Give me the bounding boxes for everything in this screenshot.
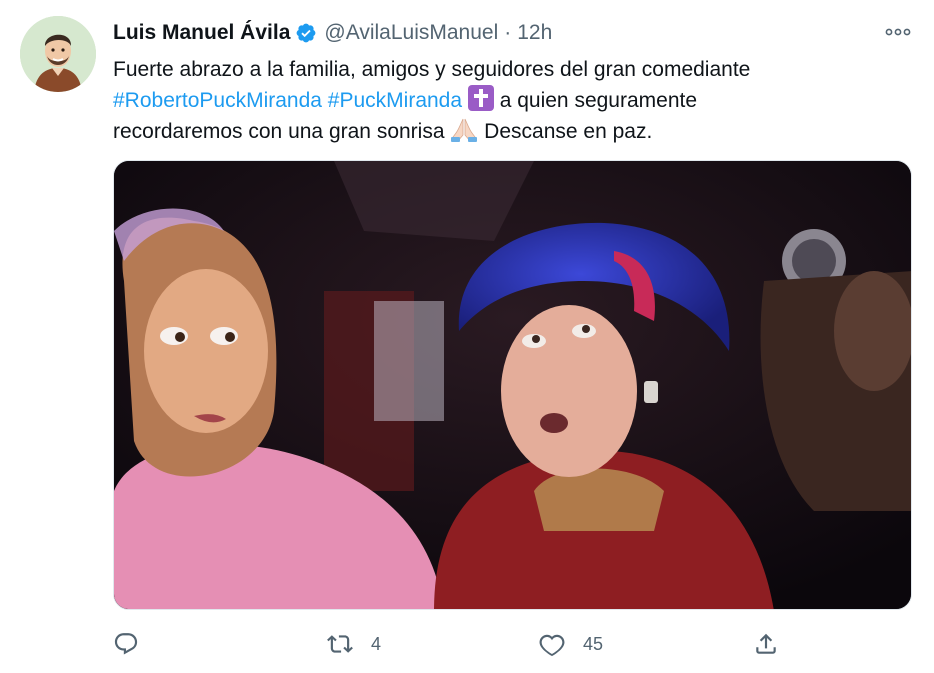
tweet-text-line-3a: recordaremos con una gran sonrisa bbox=[113, 120, 451, 143]
hashtag-puck-miranda[interactable]: #PuckMiranda bbox=[328, 89, 462, 112]
tweet-timestamp[interactable]: 12h bbox=[517, 21, 552, 45]
retweet-button[interactable]: 4 bbox=[327, 626, 381, 662]
like-count: 45 bbox=[583, 633, 604, 654]
folded-hands-emoji-icon bbox=[450, 117, 478, 143]
reply-icon bbox=[114, 633, 138, 655]
author-name[interactable]: Luis Manuel Ávila bbox=[113, 21, 290, 45]
media-scene bbox=[114, 161, 911, 609]
avatar-image bbox=[20, 16, 96, 92]
retweet-icon bbox=[327, 635, 353, 653]
verified-badge-icon bbox=[295, 22, 317, 44]
tweet-media-image[interactable] bbox=[113, 160, 912, 610]
more-options-icon[interactable] bbox=[880, 18, 916, 46]
author-handle[interactable]: @AvilaLuisManuel bbox=[324, 21, 498, 45]
like-button[interactable]: 45 bbox=[539, 626, 603, 662]
author-avatar[interactable] bbox=[20, 16, 96, 92]
header-separator: · bbox=[504, 21, 512, 44]
tweet-text-line-2: a quien seguramente bbox=[493, 89, 698, 112]
latin-cross-emoji-icon bbox=[467, 85, 494, 111]
reply-button[interactable] bbox=[113, 626, 139, 662]
share-icon bbox=[756, 633, 776, 654]
tweet-text-line-3b: Descanse en paz. bbox=[478, 120, 653, 143]
hashtag-roberto-puck-miranda[interactable]: #RobertoPuckMiranda bbox=[113, 89, 322, 112]
tweet-text-line-1: Fuerte abrazo a la familia, amigos y seg… bbox=[113, 58, 751, 81]
share-button[interactable] bbox=[753, 626, 779, 662]
retweet-count: 4 bbox=[371, 633, 382, 654]
tweet-text: Fuerte abrazo a la familia, amigos y seg… bbox=[113, 54, 893, 147]
tweet-header: Luis Manuel Ávila @AvilaLuisManuel · 12h bbox=[113, 18, 552, 48]
tweet[interactable]: Luis Manuel Ávila @AvilaLuisManuel · 12h… bbox=[0, 0, 934, 673]
tweet-actions: 4 45 bbox=[113, 626, 912, 662]
heart-icon bbox=[539, 634, 565, 657]
